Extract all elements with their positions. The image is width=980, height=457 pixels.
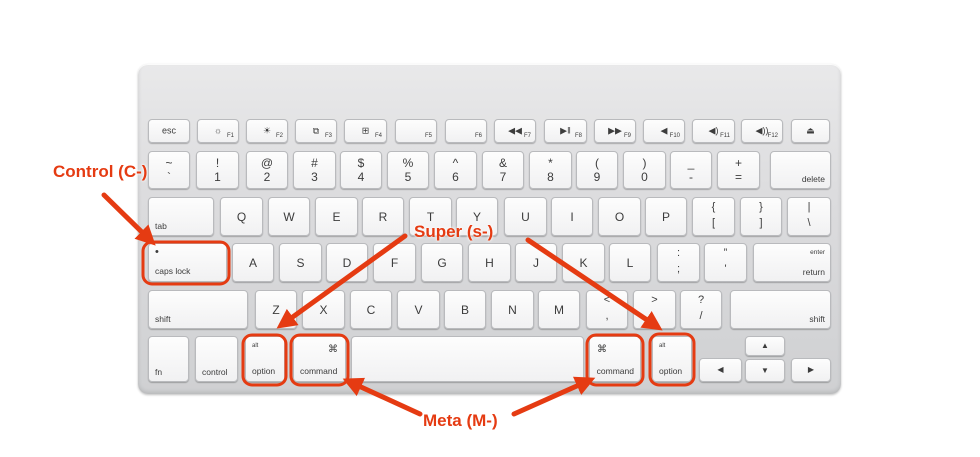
super-callout: Super (s-) — [414, 222, 494, 241]
highlight-right-option — [648, 332, 696, 387]
highlight-right-command — [585, 333, 645, 387]
arrow-control — [101, 192, 156, 246]
highlight-left-option — [241, 333, 288, 387]
arrow-super-right — [525, 237, 663, 331]
arrow-meta-left — [342, 377, 423, 417]
highlight-left-command — [289, 333, 350, 387]
arrow-meta-right — [511, 376, 596, 417]
highlight-caps-lock — [141, 240, 231, 286]
control-callout: Control (C-) — [53, 162, 148, 181]
meta-callout: Meta (M-) — [423, 411, 498, 430]
arrow-super-left — [276, 233, 408, 329]
